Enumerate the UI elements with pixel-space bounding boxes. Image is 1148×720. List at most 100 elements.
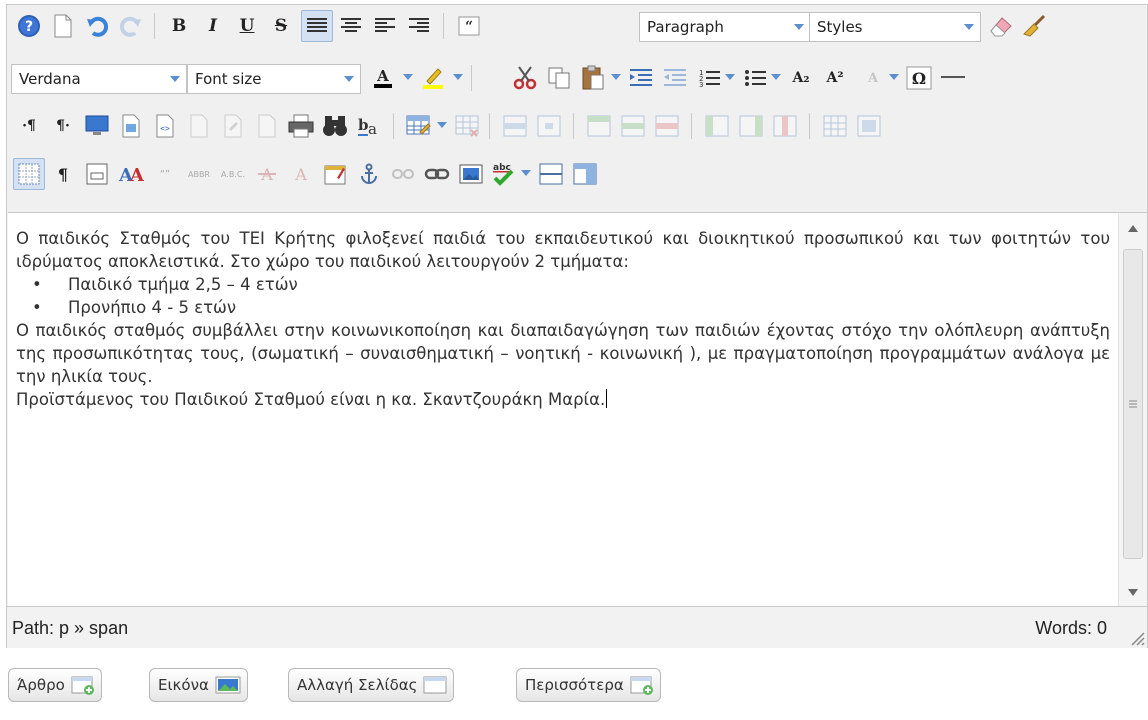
eraser-icon[interactable] [985,10,1017,42]
source-code-icon[interactable]: <> [149,110,181,142]
fullscreen-monitor-icon[interactable] [81,110,113,142]
font-family-select[interactable]: Verdana [11,64,187,94]
subscript-button[interactable]: A₂ [785,62,817,94]
visual-aid-icon[interactable] [13,158,45,190]
align-center-button[interactable] [335,10,367,42]
read-more-icon[interactable] [569,158,601,190]
col-before-disabled-icon[interactable] [701,110,733,142]
underline-button[interactable]: U [231,10,263,42]
print-icon[interactable] [285,110,317,142]
paragraph-head: Προϊστάμενος του Παιδικού Σταθμού είναι … [16,388,1110,411]
element-path[interactable]: Path: p » span [12,618,128,639]
chevron-down-icon[interactable] [437,122,447,128]
page-break-icon[interactable] [535,158,567,190]
styleprops-icon[interactable]: AA [115,158,147,190]
rtl-button[interactable]: ¶· [47,110,79,142]
resize-grip-icon[interactable] [1127,628,1145,646]
svg-text:A: A [294,165,307,184]
svg-text:?: ? [25,19,33,35]
delete-row-disabled-icon[interactable] [651,110,683,142]
justify-full-button[interactable] [301,10,333,42]
link-icon[interactable] [421,158,453,190]
strikethrough-button[interactable]: S [265,10,297,42]
align-left-button[interactable] [369,10,401,42]
align-right-button[interactable] [403,10,435,42]
font-family-value: Verdana [19,70,81,88]
delete-text-disabled-icon[interactable]: A [251,158,283,190]
page-break-insert-button[interactable]: Αλλαγή Σελίδας [288,668,455,702]
font-size-select[interactable]: Font size [187,64,361,94]
new-document-icon[interactable] [47,10,79,42]
insert-layer-icon[interactable] [81,158,113,190]
scroll-down-icon[interactable] [1128,589,1138,596]
image-button[interactable]: Εικόνα [149,668,248,702]
insert-table-icon[interactable] [403,110,435,142]
read-more-insert-button[interactable]: Περισσότερα [516,668,661,702]
insert-image-icon[interactable] [455,158,487,190]
show-blocks-button[interactable]: ¶ [47,158,79,190]
article-button[interactable]: Άρθρο [8,668,102,702]
svg-text:<>: <> [160,124,170,133]
numbered-list-icon[interactable]: 123 [693,62,725,94]
split-cells-disabled-icon[interactable] [819,110,851,142]
cite-disabled-icon[interactable]: “” [149,158,181,190]
special-character-button[interactable]: Ω [903,62,935,94]
horizontal-rule-icon[interactable] [937,62,969,94]
bullet-list-icon[interactable] [739,62,771,94]
text-color-button[interactable]: A [367,62,399,94]
chevron-down-icon[interactable] [725,74,735,80]
col-after-disabled-icon[interactable] [735,110,767,142]
chevron-down-icon[interactable] [889,74,899,80]
find-binoculars-icon[interactable] [319,110,351,142]
abbreviation-disabled-icon[interactable]: ABBR [183,158,215,190]
row-props-disabled-icon[interactable] [499,110,531,142]
cleanup-broom-icon[interactable] [1019,10,1051,42]
template-disabled-icon[interactable] [183,110,215,142]
scroll-up-icon[interactable] [1128,225,1138,232]
unlink-disabled-icon[interactable] [387,158,419,190]
redo-icon[interactable] [115,10,147,42]
spellcheck-icon[interactable]: abc [489,158,521,190]
scrollbar-thumb[interactable] [1123,249,1143,559]
blockquote-icon[interactable]: “ [453,10,485,42]
acronym-disabled-icon[interactable]: A.B.C. [217,158,249,190]
block-format-select[interactable]: Paragraph [639,12,811,42]
row-after-disabled-icon[interactable] [617,110,649,142]
superscript-button[interactable]: A² [819,62,851,94]
toolbar-row-3: ·¶ ¶· <> b a [13,107,1147,143]
anchor-icon[interactable] [353,158,385,190]
chevron-down-icon [788,13,810,41]
indent-icon[interactable] [625,62,657,94]
paragraph-intro: Ο παιδικός Σταθμός του ΤΕΙ Κρήτης φιλοξε… [16,229,1110,271]
bold-button[interactable]: B [163,10,195,42]
delete-table-disabled-icon[interactable] [451,110,483,142]
chevron-down-icon[interactable] [453,74,463,80]
styles-select[interactable]: Styles [809,12,981,42]
font-color-disabled-icon[interactable]: A [857,62,889,94]
delete-col-disabled-icon[interactable] [769,110,801,142]
help-icon[interactable]: ? [13,10,45,42]
highlight-color-button[interactable] [417,62,449,94]
chevron-down-icon[interactable] [403,74,413,80]
chevron-down-icon[interactable] [611,74,621,80]
undo-icon[interactable] [81,10,113,42]
editor-content[interactable]: Ο παιδικός Σταθμός του ΤΕΙ Κρήτης φιλοξε… [8,212,1118,606]
paste-icon[interactable] [577,62,609,94]
replace-icon[interactable]: ba [353,110,385,142]
cell-props-disabled-icon[interactable] [533,110,565,142]
page-disabled-icon[interactable] [251,110,283,142]
attributes-icon[interactable] [319,158,351,190]
ltr-button[interactable]: ·¶ [13,110,45,142]
merge-cells-disabled-icon[interactable] [853,110,885,142]
chevron-down-icon[interactable] [771,74,781,80]
italic-button[interactable]: I [197,10,229,42]
cut-icon[interactable] [509,62,541,94]
row-before-disabled-icon[interactable] [583,110,615,142]
insert-text-disabled-icon[interactable]: A [285,158,317,190]
edit-disabled-icon[interactable] [217,110,249,142]
outdent-icon[interactable] [659,62,691,94]
chevron-down-icon[interactable] [521,170,531,176]
vertical-scrollbar[interactable] [1118,212,1147,606]
preview-icon[interactable] [115,110,147,142]
copy-icon[interactable] [543,62,575,94]
